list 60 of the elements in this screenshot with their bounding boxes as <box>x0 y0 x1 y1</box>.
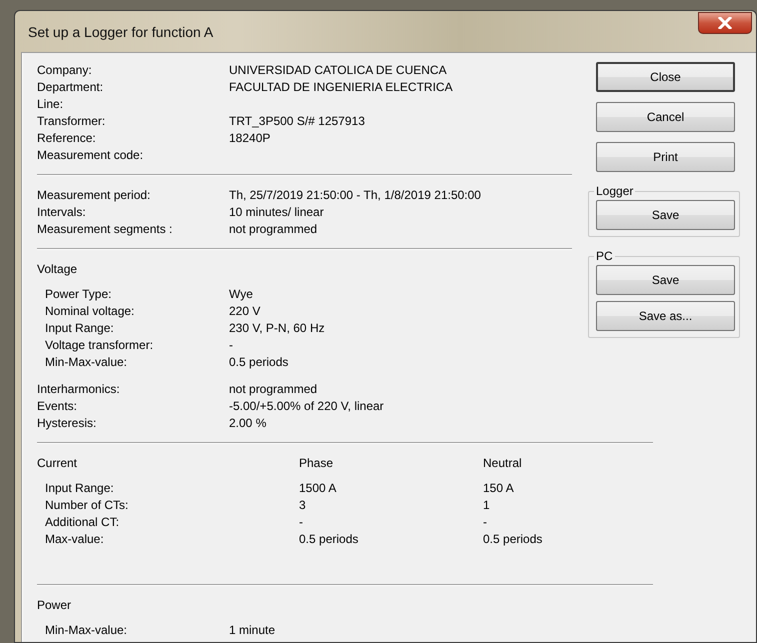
dialog-button[interactable]: Save <box>596 200 735 230</box>
dialog-button[interactable]: Close <box>596 62 735 92</box>
field-value: 150 A <box>483 480 514 497</box>
field-value: FACULTAD DE INGENIERIA ELECTRICA <box>229 79 453 96</box>
field-value: UNIVERSIDAD CATOLICA DE CUENCA <box>229 62 447 79</box>
field-value: Wye <box>229 286 253 303</box>
column-header: Phase <box>299 455 334 472</box>
field-label: Department: <box>37 79 104 96</box>
field-label: Interharmonics: <box>37 381 120 398</box>
group-title: PC <box>595 249 614 263</box>
field-value: 2.00 % <box>229 415 266 432</box>
field-value: 220 V <box>229 303 260 320</box>
field-value: 230 V, P-N, 60 Hz <box>229 320 325 337</box>
dialog-button[interactable]: Cancel <box>596 102 735 132</box>
field-value: 1 minute <box>229 622 276 639</box>
field-label: Additional CT: <box>44 514 120 531</box>
section-heading: Current <box>37 455 78 472</box>
field-label: Transformer: <box>37 113 106 130</box>
field-value: 1500 A <box>299 480 336 497</box>
field-value: 0.5 periods <box>229 354 288 371</box>
field-label: Input Range: <box>45 320 114 337</box>
field-value: not programmed <box>229 381 318 398</box>
field-value: not programmed <box>229 221 318 238</box>
field-label: Events: <box>37 398 78 415</box>
field-label: Nominal voltage: <box>45 303 134 320</box>
field-label: Reference: <box>37 130 96 147</box>
field-value: - <box>299 514 303 531</box>
field-label: Company: <box>37 62 92 79</box>
field-value: 10 minutes/ linear <box>229 204 324 221</box>
field-label: Number of CTs: <box>44 497 128 514</box>
field-value: 0.5 periods <box>483 531 542 548</box>
field-label: Measurement segments : <box>37 221 172 238</box>
column-header: Neutral <box>483 455 522 472</box>
field-label: Line: <box>37 96 64 113</box>
field-label: Intervals: <box>37 204 86 221</box>
field-label: Power Type: <box>45 286 112 303</box>
field-label: Hysteresis: <box>37 415 96 432</box>
field-value: 18240P <box>229 130 270 147</box>
field-label: Input Range: <box>44 480 114 497</box>
field-value: 3 <box>299 497 306 514</box>
field-value: Th, 25/7/2019 21:50:00 - Th, 1/8/2019 21:50:00 <box>229 187 481 204</box>
field-label: Max-value: <box>44 531 104 548</box>
field-label: Voltage transformer: <box>45 337 154 354</box>
field-label: Measurement code: <box>37 147 144 164</box>
group-title: Logger <box>595 184 634 198</box>
dialog-button[interactable]: Save <box>596 265 735 295</box>
window-title: Set up a Logger for function A <box>28 24 214 40</box>
section-heading: Power <box>37 597 72 614</box>
field-value: -5.00/+5.00% of 220 V, linear <box>229 398 384 415</box>
dialog-button[interactable]: Print <box>596 142 735 172</box>
field-value: 0.5 periods <box>299 531 358 548</box>
field-label: Min-Max-value: <box>45 622 128 639</box>
field-label: Measurement period: <box>37 187 150 204</box>
dialog-button[interactable]: Save as... <box>596 301 735 331</box>
field-value: - <box>229 337 233 354</box>
field-value: - <box>483 514 487 531</box>
field-value: 1 <box>483 497 490 514</box>
field-value: TRT_3P500 S/# 1257913 <box>229 113 365 130</box>
section-heading: Voltage <box>37 261 78 278</box>
field-label: Min-Max-value: <box>45 354 128 371</box>
